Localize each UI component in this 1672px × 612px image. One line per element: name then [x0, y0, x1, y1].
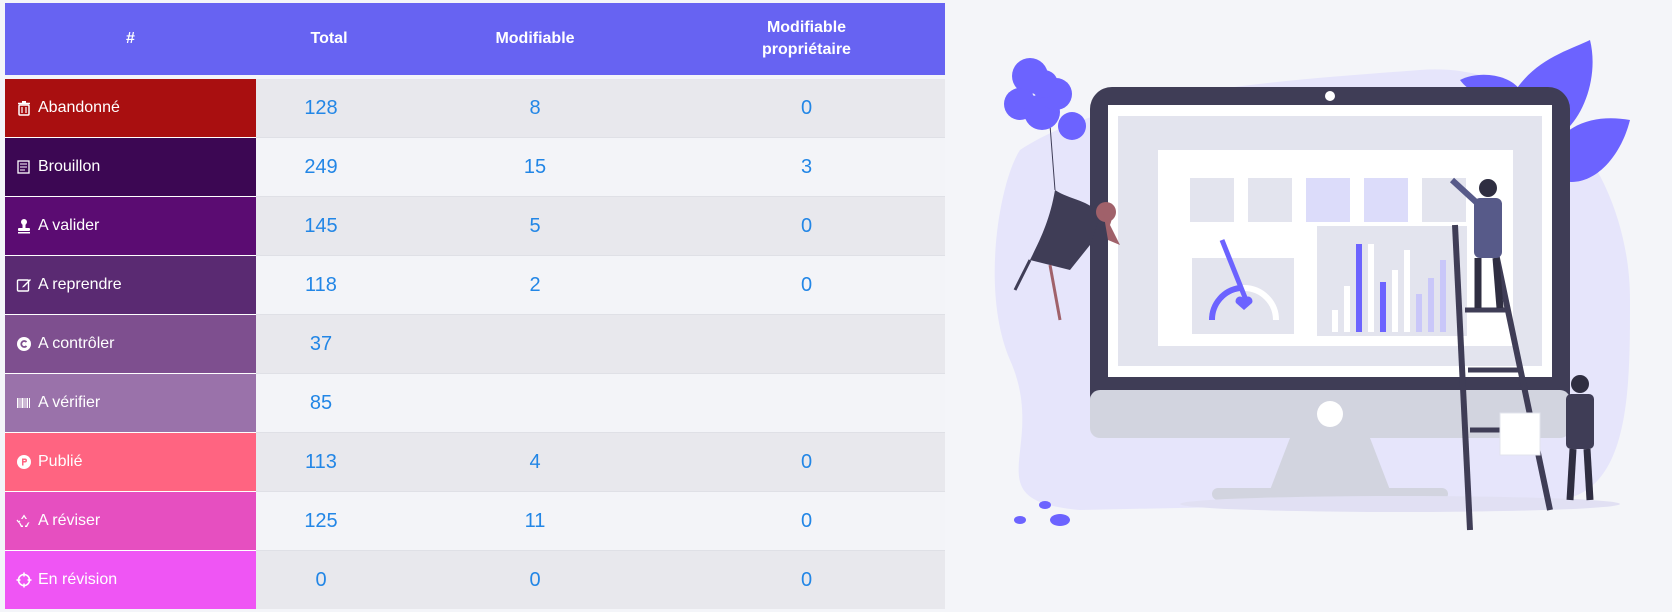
- status-label: A contrôler: [38, 335, 115, 352]
- total-value: 0: [315, 568, 327, 591]
- total-value: 125: [304, 509, 338, 532]
- header-modifiable: Modifiable: [402, 3, 668, 77]
- table-row: A contrôler 37: [5, 314, 945, 374]
- dashboard-illustration: [990, 30, 1640, 590]
- status-cell: A vérifier: [5, 373, 256, 433]
- total-cell: 145: [256, 196, 402, 256]
- status-label: A valider: [38, 217, 100, 234]
- header-total: Total: [256, 3, 402, 77]
- status-cell: A réviser: [5, 491, 256, 551]
- modifiable-cell: 0: [402, 550, 668, 609]
- status-label: Publié: [38, 453, 83, 470]
- trash-icon: [16, 100, 32, 116]
- monitor-button: [1317, 401, 1343, 427]
- modifiable-owner-cell: 0: [668, 432, 945, 492]
- draft-icon: [16, 159, 32, 175]
- tile: [1364, 178, 1408, 222]
- status-table: # Total Modifiable Modifiable propriétai…: [5, 3, 945, 609]
- tile: [1248, 178, 1292, 222]
- total-value: 145: [304, 214, 338, 237]
- tile: [1306, 178, 1350, 222]
- barcode-icon: [16, 395, 32, 411]
- modifiable-owner-cell: 0: [668, 550, 945, 609]
- status-cell: En révision: [5, 550, 256, 609]
- status-cell: Brouillon: [5, 137, 256, 197]
- modifiable-owner-cell: [668, 314, 945, 374]
- total-value: 249: [304, 155, 338, 178]
- table-row: Brouillon 249 15 3: [5, 137, 945, 197]
- monitor-camera: [1325, 91, 1335, 101]
- status-label: Brouillon: [38, 158, 101, 175]
- table-row: A vérifier 85: [5, 373, 945, 433]
- status-cell: A reprendre: [5, 255, 256, 315]
- modifiable-owner-cell: [668, 373, 945, 433]
- modifiable-cell: 11: [402, 491, 668, 551]
- status-label: Abandonné: [38, 99, 120, 116]
- table-row: Publié 113 4 0: [5, 432, 945, 492]
- table-row: A réviser 125 11 0: [5, 491, 945, 551]
- total-cell: 37: [256, 314, 402, 374]
- modifiable-cell: [402, 373, 668, 433]
- product-hunt-icon: [16, 454, 32, 470]
- floor-shadow: [1180, 496, 1620, 512]
- modifiable-owner-cell: 3: [668, 137, 945, 197]
- recycle-icon: [16, 513, 32, 529]
- status-cell: Publié: [5, 432, 256, 492]
- status-label: A réviser: [38, 512, 101, 529]
- total-value: 128: [304, 96, 338, 119]
- total-cell: 118: [256, 255, 402, 315]
- header-modifiable-owner-line1: Modifiable: [766, 19, 847, 36]
- modifiable-owner-cell: 0: [668, 491, 945, 551]
- status-label: A reprendre: [38, 276, 122, 293]
- table-row: Abandonné 128 8 0: [5, 75, 945, 138]
- modifiable-cell: 15: [402, 137, 668, 197]
- total-value: 37: [309, 332, 333, 355]
- table-row: En révision 0 0 0: [5, 550, 945, 609]
- total-cell: 128: [256, 75, 402, 138]
- tile: [1190, 178, 1234, 222]
- table-row: A reprendre 118 2 0: [5, 255, 945, 315]
- header-modifiable-owner: Modifiable propriétaire: [668, 3, 945, 77]
- header-hash: #: [5, 3, 256, 77]
- edit-icon: [16, 277, 32, 293]
- total-value: 113: [305, 450, 337, 473]
- modifiable-cell: [402, 314, 668, 374]
- status-cell: A contrôler: [5, 314, 256, 374]
- table-header-row: # Total Modifiable Modifiable propriétai…: [5, 3, 945, 77]
- status-label: En révision: [38, 571, 118, 588]
- monitor-stand: [1270, 438, 1390, 490]
- modifiable-owner-cell: 0: [668, 196, 945, 256]
- total-cell: 113: [256, 432, 402, 492]
- total-cell: 125: [256, 491, 402, 551]
- stamp-icon: [16, 218, 32, 234]
- header-modifiable-owner-line2: propriétaire: [762, 41, 851, 58]
- status-table-container: # Total Modifiable Modifiable propriétai…: [5, 3, 945, 609]
- modifiable-owner-cell: 0: [668, 75, 945, 138]
- total-cell: 85: [256, 373, 402, 433]
- modifiable-cell: 2: [402, 255, 668, 315]
- total-cell: 249: [256, 137, 402, 197]
- modifiable-cell: 5: [402, 196, 668, 256]
- status-cell: A valider: [5, 196, 256, 256]
- total-value: 118: [305, 273, 337, 296]
- illustration-svg: [994, 40, 1630, 531]
- table-row: A valider 145 5 0: [5, 196, 945, 256]
- total-value: 85: [309, 391, 333, 414]
- modifiable-cell: 8: [402, 75, 668, 138]
- status-cell: Abandonné: [5, 75, 256, 138]
- total-cell: 0: [256, 550, 402, 609]
- status-label: A vérifier: [38, 394, 101, 411]
- copyright-icon: [16, 336, 32, 352]
- crosshairs-icon: [16, 572, 32, 588]
- modifiable-owner-cell: 0: [668, 255, 945, 315]
- modifiable-cell: 4: [402, 432, 668, 492]
